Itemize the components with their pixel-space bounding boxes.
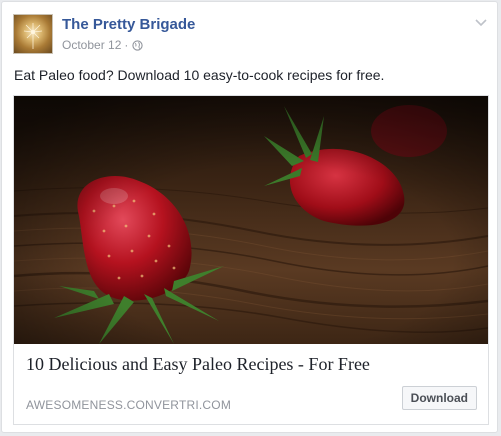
link-preview-image[interactable] [14,96,488,344]
globe-icon[interactable] [132,39,144,51]
page-avatar[interactable] [13,14,53,54]
link-preview-card[interactable]: 10 Delicious and Easy Paleo Recipes - Fo… [13,95,489,425]
dandelion-icon [23,23,43,49]
post-status-text: Eat Paleo food? Download 10 easy-to-cook… [14,67,385,83]
download-button[interactable]: Download [401,386,477,410]
chevron-down-icon[interactable] [473,16,489,30]
meta-separator: · [124,38,129,52]
post-card: The Pretty Brigade October 12 · Eat Pale… [1,1,498,433]
post-date[interactable]: October 12 [62,38,121,52]
post-meta: October 12 · [62,38,144,52]
link-title[interactable]: 10 Delicious and Easy Paleo Recipes - Fo… [26,354,370,375]
link-domain: AWESOMENESS.CONVERTRI.COM [26,398,232,412]
page-name-link[interactable]: The Pretty Brigade [62,16,195,33]
